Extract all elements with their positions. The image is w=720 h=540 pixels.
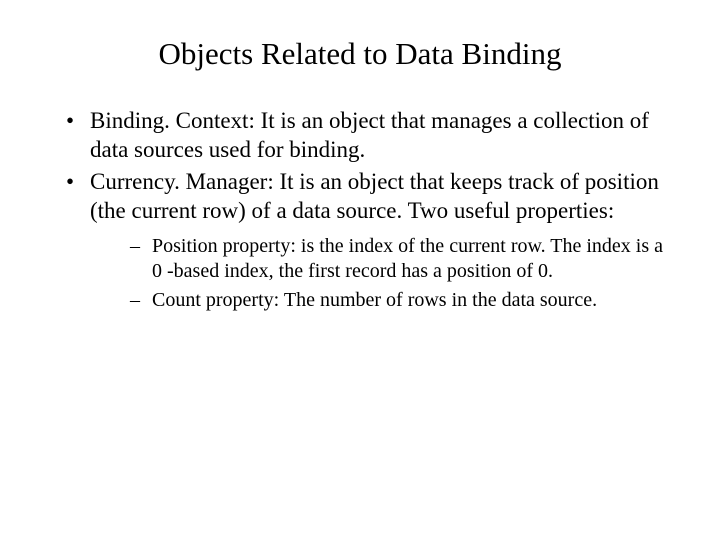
list-item: Count property: The number of rows in th… [130, 288, 670, 314]
main-bullet-list: Binding. Context: It is an object that m… [50, 106, 670, 314]
list-item: Currency. Manager: It is an object that … [62, 167, 670, 314]
list-item: Binding. Context: It is an object that m… [62, 106, 670, 165]
slide-title: Objects Related to Data Binding [50, 36, 670, 72]
list-item: Position property: is the index of the c… [130, 234, 670, 285]
list-item-text: Currency. Manager: It is an object that … [90, 169, 659, 223]
sub-bullet-list: Position property: is the index of the c… [90, 234, 670, 314]
